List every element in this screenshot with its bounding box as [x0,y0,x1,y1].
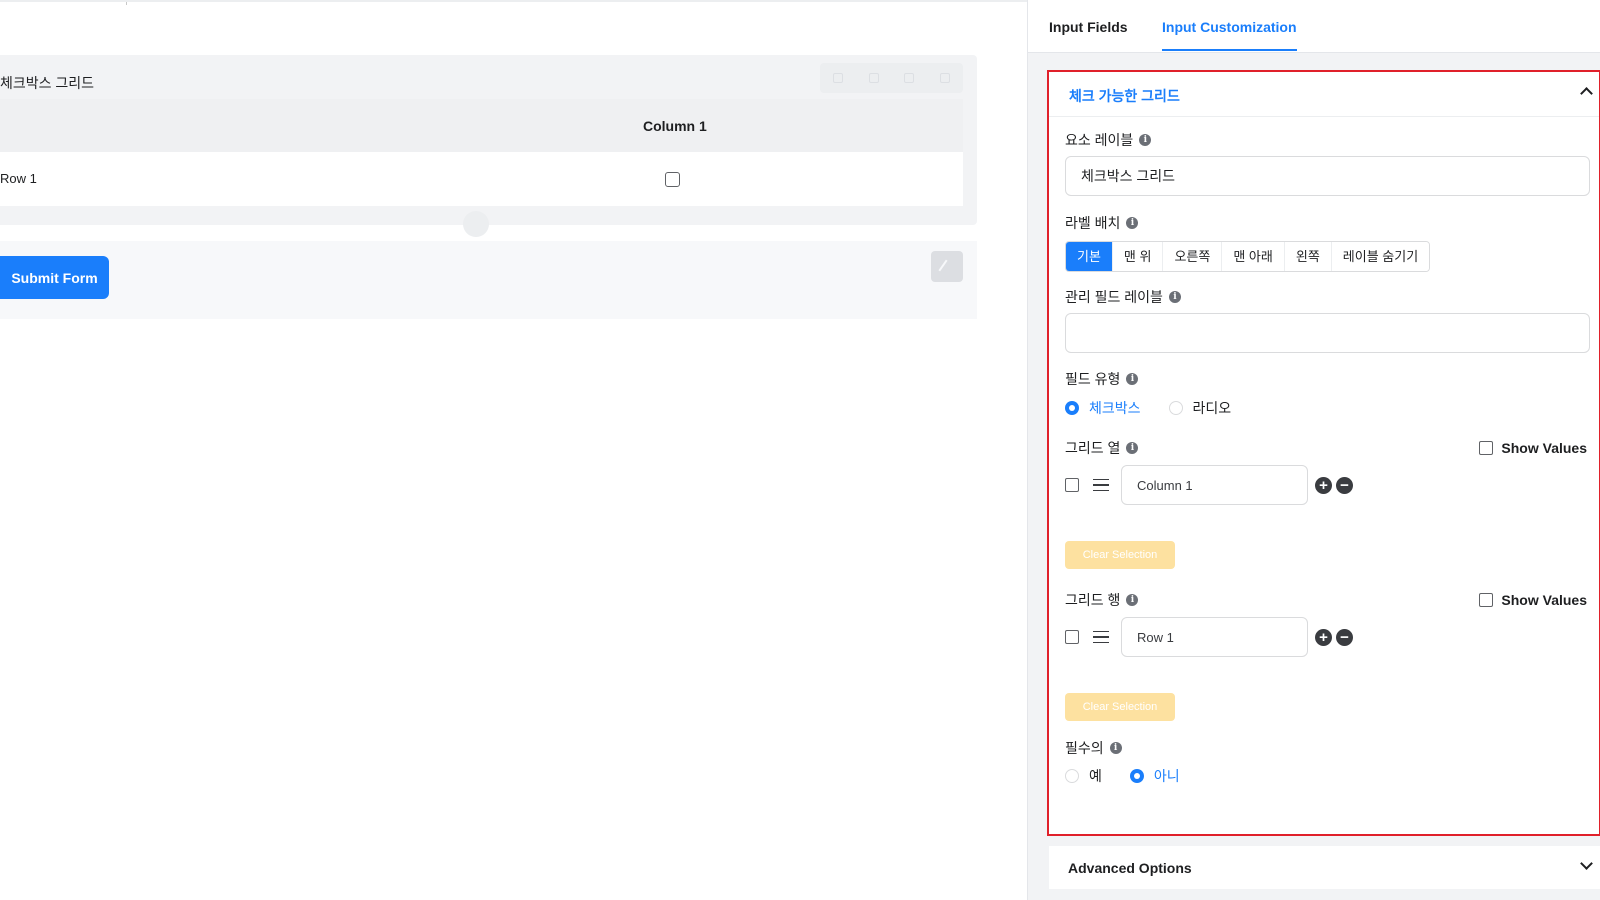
grid-header-row: Column 1 [0,99,963,152]
show-values-label[interactable]: Show Values [1501,592,1587,608]
panel-header[interactable]: 체크 가능한 그리드 [1049,72,1599,117]
info-icon: i [1126,373,1139,385]
element-label-input[interactable] [1065,156,1590,196]
move-icon[interactable] [832,73,843,83]
columns-show-values[interactable]: Show Values [1479,440,1587,456]
sidebar-tabs: Input Fields Input Customization [1028,0,1600,53]
delete-icon[interactable] [940,73,951,83]
tab-input-customization[interactable]: Input Customization [1162,19,1297,51]
remove-option-icon[interactable]: − [1336,628,1353,646]
radio-radio[interactable] [1168,401,1183,415]
remove-option-icon[interactable]: − [1336,476,1353,494]
divider [126,2,127,5]
placement-option-right[interactable]: 오른쪽 [1162,242,1222,271]
placement-option-hide[interactable]: 레이블 숨기기 [1330,242,1430,271]
grid-rows-label: 그리드 행 i [1065,590,1139,610]
placement-option-left[interactable]: 왼쪽 [1283,242,1331,271]
admin-label-label: 관리 필드 레이블 i [1065,287,1181,307]
field-label-text: 필수의 [1065,740,1104,756]
label-placement-segmented: 기본 맨 위 오른쪽 맨 아래 왼쪽 레이블 숨기기 [1065,241,1431,272]
show-values-checkbox[interactable] [1479,593,1494,607]
add-element-icon[interactable] [463,211,489,237]
field-label-text: 라벨 배치 [1065,215,1121,231]
radio-checkbox-label[interactable]: 체크박스 [1089,398,1141,418]
element-title: 체크박스 그리드 [0,75,95,91]
field-label-text: 그리드 행 [1065,592,1121,608]
rows-show-values[interactable]: Show Values [1479,592,1587,608]
row-input[interactable] [1121,617,1308,657]
submit-element[interactable]: Submit Form [0,241,977,319]
placement-option-bottom[interactable]: 맨 아래 [1221,242,1284,271]
label-placement-label: 라벨 배치 i [1065,213,1139,233]
chevron-up-icon[interactable] [1580,87,1593,100]
element-actions-toolbar [820,63,963,93]
grid-column-header: Column 1 [643,118,707,134]
column-input[interactable] [1121,465,1308,505]
required-options: 예 아니 [1065,766,1180,786]
info-icon: i [1168,291,1181,303]
checkbox-grid-element[interactable]: 체크박스 그리드 Column 1 Row 1 [0,55,977,225]
chevron-down-icon[interactable] [1580,857,1593,870]
show-values-checkbox[interactable] [1479,441,1494,455]
customization-panel: 체크 가능한 그리드 요소 레이블 i 라벨 배치 i 기본 맨 위 오른쪽 맨… [1047,70,1600,836]
settings-sidebar: Input Fields Input Customization 체크 가능한 … [1027,0,1600,900]
tab-input-fields[interactable]: Input Fields [1049,19,1128,35]
add-option-icon[interactable]: + [1315,476,1332,494]
table-row: Row 1 [0,152,963,206]
field-type-label: 필드 유형 i [1065,369,1139,389]
form-preview-area: 체크박스 그리드 Column 1 Row 1 Submit Form [0,0,1027,900]
submit-form-button[interactable]: Submit Form [0,256,109,299]
info-icon: i [1126,442,1139,454]
advanced-options-section[interactable]: Advanced Options [1049,846,1600,889]
field-label-text: 필드 유형 [1065,371,1121,387]
advanced-options-title: Advanced Options [1068,860,1192,876]
column-select-checkbox[interactable] [1065,478,1079,492]
field-label-text: 요소 레이블 [1065,132,1134,148]
info-icon: i [1109,742,1122,754]
admin-label-input[interactable] [1065,313,1590,353]
copy-icon[interactable] [904,73,915,83]
radio-yes[interactable] [1065,769,1079,783]
edit-icon[interactable] [931,251,963,282]
placement-option-top[interactable]: 맨 위 [1111,242,1163,271]
panel-title: 체크 가능한 그리드 [1069,88,1180,104]
row-select-checkbox[interactable] [1065,630,1079,644]
radio-radio-label[interactable]: 라디오 [1193,398,1232,418]
info-icon: i [1126,594,1139,606]
add-option-icon[interactable]: + [1315,628,1332,646]
clear-selection-button[interactable]: Clear Selection [1065,693,1175,721]
clear-selection-button[interactable]: Clear Selection [1065,541,1175,569]
edit-icon[interactable] [868,73,879,83]
radio-yes-label[interactable]: 예 [1089,766,1102,786]
grid-row-option: + − [1065,617,1357,657]
placement-option-default[interactable]: 기본 [1066,242,1112,271]
radio-no[interactable] [1129,769,1144,783]
grid-checkbox[interactable] [665,172,680,187]
radio-checkbox[interactable] [1065,401,1079,415]
show-values-label[interactable]: Show Values [1501,440,1587,456]
grid-column-option: + − [1065,465,1357,505]
required-label: 필수의 i [1065,738,1122,758]
element-label-label: 요소 레이블 i [1065,130,1152,150]
field-label-text: 관리 필드 레이블 [1065,289,1163,305]
info-icon: i [1126,217,1139,229]
grid-columns-label: 그리드 열 i [1065,438,1139,458]
grid-row-label: Row 1 [0,171,37,186]
field-type-options: 체크박스 라디오 [1065,398,1231,418]
info-icon: i [1139,134,1152,146]
field-label-text: 그리드 열 [1065,440,1121,456]
drag-handle-icon[interactable] [1093,479,1109,491]
drag-handle-icon[interactable] [1093,631,1109,643]
radio-no-label[interactable]: 아니 [1154,766,1180,786]
